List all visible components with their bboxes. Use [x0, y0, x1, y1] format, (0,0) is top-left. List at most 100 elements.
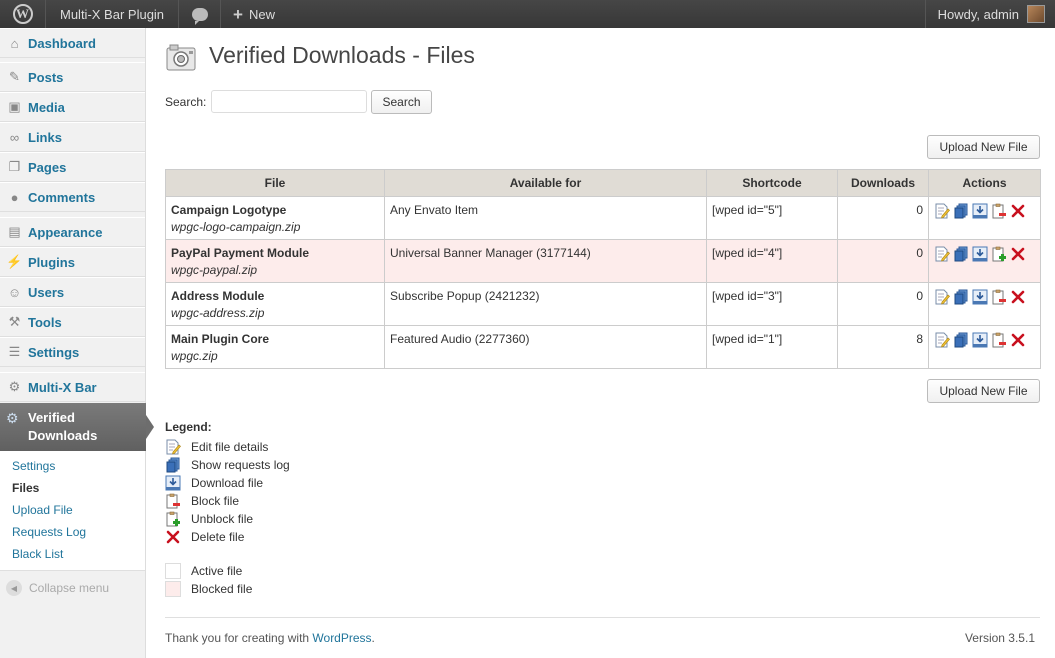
wordpress-link[interactable]: WordPress	[312, 631, 371, 645]
delete-icon[interactable]	[1010, 203, 1026, 219]
download-icon[interactable]	[972, 203, 988, 219]
cell-shortcode: [wped id="5"]	[706, 196, 838, 240]
file-filename: wpgc-paypal.zip	[171, 263, 258, 277]
edit-icon[interactable]	[934, 246, 950, 262]
block-icon	[165, 493, 181, 509]
requests-log-icon[interactable]	[953, 289, 969, 305]
legend-label: Download file	[191, 476, 264, 490]
sidebar-item-verified-downloads[interactable]: ⚙ Verified Downloads	[0, 403, 154, 451]
submenu-item-settings[interactable]: Settings	[12, 459, 55, 473]
sidebar-item-settings[interactable]: ☰ Settings	[0, 337, 145, 367]
edit-icon[interactable]	[934, 203, 950, 219]
comments-link[interactable]	[179, 0, 222, 28]
unblock-icon[interactable]	[991, 246, 1007, 262]
sidebar-item-comments[interactable]: ● Comments	[0, 182, 145, 212]
blocked-swatch	[165, 581, 181, 597]
settings-icon: ☰	[8, 344, 21, 359]
my-account-menu[interactable]: Howdy, admin	[924, 0, 1055, 28]
search-label: Search:	[165, 95, 207, 109]
sidebar-item-posts[interactable]: ✎ Posts	[0, 62, 145, 92]
cell-available-for: Subscribe Popup (2421232)	[384, 282, 707, 326]
sidebar-item-users[interactable]: ☺ Users	[0, 277, 145, 307]
cell-actions	[928, 325, 1041, 369]
submenu-item-requests-log[interactable]: Requests Log	[12, 525, 86, 539]
footer-thanks: Thank you for creating with WordPress.	[165, 631, 375, 645]
howdy-text: Howdy, admin	[937, 6, 1019, 22]
cell-available-for: Any Envato Item	[384, 196, 707, 240]
sidebar-item-label: Media	[28, 99, 65, 115]
site-name-link[interactable]: Multi-X Bar Plugin	[46, 0, 180, 28]
table-row: PayPal Payment Module wpgc-paypal.zip Univ…	[165, 239, 1041, 283]
sidebar-item-label: Comments	[28, 189, 96, 205]
footer-thanks-text: Thank you for creating with	[165, 631, 313, 645]
pin-icon: ✎	[9, 69, 20, 84]
legend-item-active-file: Active file	[165, 562, 290, 580]
pages-icon: ❐	[8, 159, 21, 174]
collapse-label: Collapse menu	[29, 581, 110, 595]
dashboard-icon: ⌂	[10, 35, 19, 51]
delete-icon[interactable]	[1010, 246, 1026, 262]
download-icon[interactable]	[972, 289, 988, 305]
collapse-arrow-icon: ◀	[6, 580, 22, 596]
new-content-menu[interactable]: + New	[221, 0, 287, 28]
footer-version: Version 3.5.1	[964, 631, 1035, 645]
block-icon[interactable]	[991, 203, 1007, 219]
delete-icon[interactable]	[1010, 332, 1026, 348]
legend-label: Active file	[191, 564, 243, 578]
upload-new-file-button-bottom[interactable]: Upload New File	[927, 379, 1040, 403]
legend: Legend: Edit file details Show requests …	[165, 420, 290, 598]
legend-item-download: Download file	[165, 474, 290, 492]
file-filename: wpgc-address.zip	[171, 306, 265, 320]
edit-icon[interactable]	[934, 332, 950, 348]
requests-log-icon[interactable]	[953, 203, 969, 219]
legend-item-block: Block file	[165, 492, 290, 510]
sidebar-item-links[interactable]: ∞ Links	[0, 122, 145, 152]
sidebar-item-multi-x-bar[interactable]: ⚙ Multi-X Bar	[0, 372, 145, 402]
block-icon[interactable]	[991, 289, 1007, 305]
sidebar-item-plugins[interactable]: ⚡ Plugins	[0, 247, 145, 277]
plus-icon: +	[233, 4, 243, 24]
wordpress-logo-menu[interactable]: W	[0, 0, 46, 28]
cell-file: Campaign Logotype wpgc-logo-campaign.zip	[165, 196, 385, 240]
search-input[interactable]	[211, 90, 367, 113]
requests-log-icon[interactable]	[953, 246, 969, 262]
cell-available-for: Featured Audio (2277360)	[384, 325, 707, 369]
cell-actions	[928, 239, 1041, 283]
main-content: Verified Downloads - Files Search: Searc…	[146, 28, 1055, 658]
search-button[interactable]: Search	[371, 90, 432, 114]
column-header-downloads: Downloads	[837, 169, 929, 197]
sidebar-item-label: Links	[28, 129, 62, 145]
upload-new-file-button-top[interactable]: Upload New File	[927, 135, 1040, 159]
new-label: New	[248, 6, 275, 22]
download-icon[interactable]	[972, 332, 988, 348]
legend-label: Edit file details	[191, 440, 269, 454]
edit-icon[interactable]	[934, 289, 950, 305]
cell-shortcode: [wped id="1"]	[706, 325, 838, 369]
download-icon[interactable]	[972, 246, 988, 262]
comment-bubble-icon	[191, 7, 208, 25]
block-icon[interactable]	[991, 332, 1007, 348]
sidebar-item-pages[interactable]: ❐ Pages	[0, 152, 145, 182]
column-header-file: File	[165, 169, 385, 197]
cell-actions	[928, 282, 1041, 326]
admin-sidebar: ⌂ Dashboard ✎ Posts ▣ Media ∞ Links ❐ Pa…	[0, 28, 154, 658]
legend-label: Block file	[191, 494, 240, 508]
edit-icon	[165, 439, 181, 455]
cell-file: PayPal Payment Module wpgc-paypal.zip	[165, 239, 385, 283]
table-row: Address Module wpgc-address.zip Subscribe …	[165, 282, 1041, 326]
delete-icon[interactable]	[1010, 289, 1026, 305]
cell-available-for: Universal Banner Manager (3177144)	[384, 239, 707, 283]
submenu-item-black-list[interactable]: Black List	[12, 547, 63, 561]
collapse-menu-button[interactable]: ◀ Collapse menu	[6, 580, 109, 596]
requests-log-icon[interactable]	[953, 332, 969, 348]
sidebar-item-label: Plugins	[28, 254, 75, 270]
comment-icon: ●	[10, 189, 19, 205]
submenu-item-files[interactable]: Files	[12, 481, 39, 495]
sidebar-item-tools[interactable]: ⚒ Tools	[0, 307, 145, 337]
sidebar-item-dashboard[interactable]: ⌂ Dashboard	[0, 28, 145, 58]
submenu-item-upload-file[interactable]: Upload File	[12, 503, 73, 517]
row-actions	[934, 332, 1035, 348]
gear-icon: ⚙	[6, 410, 19, 426]
sidebar-item-media[interactable]: ▣ Media	[0, 92, 145, 122]
sidebar-item-appearance[interactable]: ▤ Appearance	[0, 217, 145, 247]
